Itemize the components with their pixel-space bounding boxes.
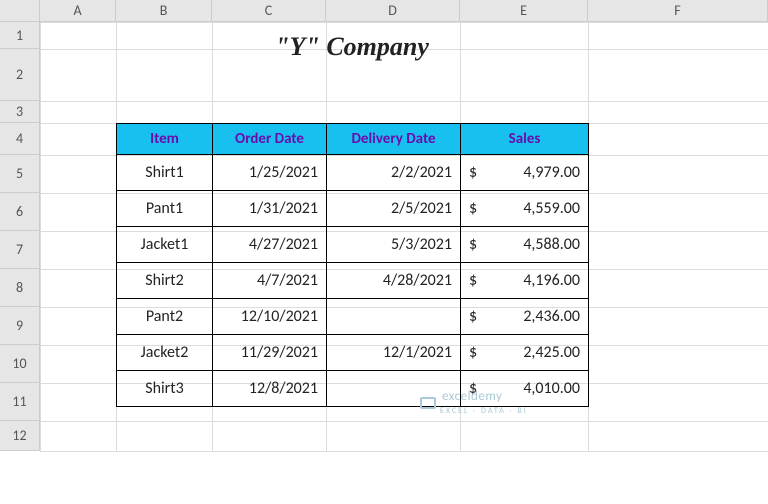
table-row[interactable]: Pant11/31/20212/5/2021$4,559.00 xyxy=(117,191,589,227)
row-number-7[interactable]: 7 xyxy=(0,231,40,269)
cell-order[interactable]: 12/10/2021 xyxy=(213,299,327,335)
col-letter-F[interactable]: F xyxy=(588,0,768,22)
currency-symbol: $ xyxy=(469,235,489,254)
cell-item[interactable]: Jacket2 xyxy=(117,335,213,371)
row-number-8[interactable]: 8 xyxy=(0,269,40,307)
table-row[interactable]: Jacket14/27/20215/3/2021$4,588.00 xyxy=(117,227,589,263)
col-letter-E[interactable]: E xyxy=(460,0,588,22)
cell-order[interactable]: 12/8/2021 xyxy=(213,371,327,407)
watermark-brand: exceldemy xyxy=(442,389,528,404)
row-number-2[interactable]: 2 xyxy=(0,49,40,101)
sheet-corner[interactable] xyxy=(0,0,40,22)
data-table: Item Order Date Delivery Date Sales Shir… xyxy=(116,123,589,407)
row-number-3[interactable]: 3 xyxy=(0,101,40,123)
watermark: exceldemy EXCEL · DATA · BI xyxy=(420,389,528,416)
cell-item[interactable]: Pant1 xyxy=(117,191,213,227)
currency-symbol: $ xyxy=(469,271,489,290)
row-number-6[interactable]: 6 xyxy=(0,193,40,231)
cell-order[interactable]: 1/25/2021 xyxy=(213,155,327,191)
cell-item[interactable]: Shirt3 xyxy=(117,371,213,407)
row-number-1[interactable]: 1 xyxy=(0,22,40,49)
cell-order[interactable]: 1/31/2021 xyxy=(213,191,327,227)
row-number-5[interactable]: 5 xyxy=(0,155,40,193)
sales-value: 2,436.00 xyxy=(523,307,580,326)
cell-sales[interactable]: $2,425.00 xyxy=(461,335,589,371)
row-number-9[interactable]: 9 xyxy=(0,307,40,345)
cell-sales[interactable]: $4,588.00 xyxy=(461,227,589,263)
cell-deliv[interactable] xyxy=(327,299,461,335)
row-number-12[interactable]: 12 xyxy=(0,421,40,451)
table-row[interactable]: Pant212/10/2021 $2,436.00 xyxy=(117,299,589,335)
sales-value: 4,196.00 xyxy=(523,271,580,290)
row-number-11[interactable]: 11 xyxy=(0,383,40,421)
currency-symbol: $ xyxy=(469,307,489,326)
cell-item[interactable]: Pant2 xyxy=(117,299,213,335)
row-number-10[interactable]: 10 xyxy=(0,345,40,383)
col-header-sales[interactable]: Sales xyxy=(461,124,589,155)
cell-deliv[interactable]: 2/5/2021 xyxy=(327,191,461,227)
cell-sales[interactable]: $2,436.00 xyxy=(461,299,589,335)
table-row[interactable]: Shirt24/7/20214/28/2021$4,196.00 xyxy=(117,263,589,299)
watermark-tag: EXCEL · DATA · BI xyxy=(440,406,528,416)
sales-value: 4,010.00 xyxy=(523,379,580,398)
sales-value: 4,559.00 xyxy=(523,199,580,218)
table-row[interactable]: Shirt11/25/20212/2/2021$4,979.00 xyxy=(117,155,589,191)
col-letter-D[interactable]: D xyxy=(326,0,460,22)
watermark-icon xyxy=(420,397,436,409)
cell-item[interactable]: Shirt2 xyxy=(117,263,213,299)
sheet-title: "Y" Company xyxy=(116,32,588,62)
cell-sales[interactable]: $4,979.00 xyxy=(461,155,589,191)
cell-order[interactable]: 4/27/2021 xyxy=(213,227,327,263)
col-header-item[interactable]: Item xyxy=(117,124,213,155)
cell-deliv[interactable]: 12/1/2021 xyxy=(327,335,461,371)
cell-deliv[interactable]: 4/28/2021 xyxy=(327,263,461,299)
col-letter-A[interactable]: A xyxy=(40,0,116,22)
currency-symbol: $ xyxy=(469,163,489,182)
currency-symbol: $ xyxy=(469,343,489,362)
col-header-deliv[interactable]: Delivery Date xyxy=(327,124,461,155)
table-row[interactable]: Jacket211/29/202112/1/2021$2,425.00 xyxy=(117,335,589,371)
cell-deliv[interactable]: 5/3/2021 xyxy=(327,227,461,263)
cell-deliv[interactable]: 2/2/2021 xyxy=(327,155,461,191)
currency-symbol: $ xyxy=(469,199,489,218)
col-letter-C[interactable]: C xyxy=(212,0,326,22)
sales-value: 4,979.00 xyxy=(523,163,580,182)
cell-item[interactable]: Jacket1 xyxy=(117,227,213,263)
cell-sales[interactable]: $4,559.00 xyxy=(461,191,589,227)
sales-value: 2,425.00 xyxy=(523,343,580,362)
col-header-order[interactable]: Order Date xyxy=(213,124,327,155)
cell-order[interactable]: 4/7/2021 xyxy=(213,263,327,299)
sales-value: 4,588.00 xyxy=(523,235,580,254)
cell-sales[interactable]: $4,196.00 xyxy=(461,263,589,299)
col-letter-B[interactable]: B xyxy=(116,0,212,22)
row-number-4[interactable]: 4 xyxy=(0,123,40,155)
cell-item[interactable]: Shirt1 xyxy=(117,155,213,191)
cell-order[interactable]: 11/29/2021 xyxy=(213,335,327,371)
